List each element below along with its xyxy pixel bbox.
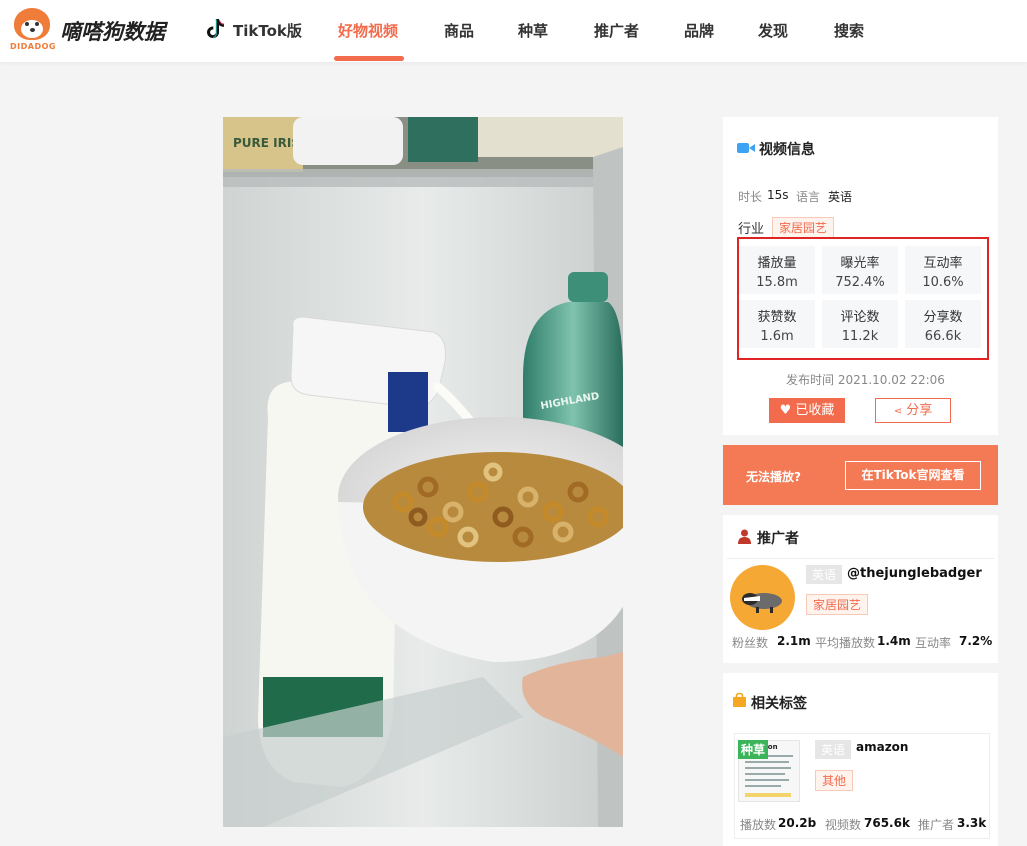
industry-label: 行业 xyxy=(738,222,765,237)
favorite-button[interactable]: ♥ 已收藏 xyxy=(769,398,845,423)
avg-play-label: 平均播放数 xyxy=(815,636,876,650)
stat-exposure: 曝光率 752.4% xyxy=(822,246,898,294)
industry-tag[interactable]: 家居园艺 xyxy=(772,217,835,238)
tag-language: 英语 xyxy=(815,740,852,759)
avg-play-value: 1.4m xyxy=(877,634,911,648)
nav-search[interactable]: 搜索 xyxy=(834,20,864,41)
promoter-industry-tag[interactable]: 家居园艺 xyxy=(806,594,869,615)
tag-videos-label: 视频数 xyxy=(825,818,862,832)
stat-label: 获赞数 xyxy=(757,310,797,325)
stat-label: 互动率 xyxy=(923,256,963,271)
stat-plays: 播放量 15.8m xyxy=(739,246,815,294)
video-camera-icon xyxy=(737,143,755,153)
nav-brands[interactable]: 品牌 xyxy=(684,20,714,41)
video-frame-illustration: PURE IRISH HIGHLAND xyxy=(223,117,623,827)
engagement-label: 互动率 xyxy=(915,636,952,650)
stat-label: 分享数 xyxy=(923,310,963,325)
stat-engagement: 互动率 10.6% xyxy=(905,246,981,294)
person-icon xyxy=(738,529,751,544)
logo-text: DIDADOG xyxy=(10,42,56,51)
fans-value: 2.1m xyxy=(777,634,811,648)
share-button-label: 分享 xyxy=(906,403,933,418)
share-icon: ⋖ xyxy=(893,406,903,417)
brand-name[interactable]: 嘀嗒狗数据 xyxy=(60,16,165,46)
share-button[interactable]: ⋖ 分享 xyxy=(875,398,951,423)
tag-name[interactable]: amazon xyxy=(856,740,908,754)
tag-promoters-value: 3.3k xyxy=(957,816,987,830)
video-player[interactable]: PURE IRISH HIGHLAND xyxy=(223,117,623,827)
promoter-handle[interactable]: @thejunglebadger xyxy=(847,566,982,581)
language-value: 英语 xyxy=(828,190,853,204)
stat-value: 1.6m xyxy=(760,329,794,344)
divider xyxy=(727,558,994,559)
tag-plays-label: 播放数 xyxy=(740,818,777,832)
promoter-title: 推广者 xyxy=(757,531,799,547)
nav-promoters[interactable]: 推广者 xyxy=(594,20,639,41)
stat-value: 752.4% xyxy=(835,275,885,290)
stat-value: 66.6k xyxy=(924,329,962,344)
stat-comments: 评论数 11.2k xyxy=(822,300,898,348)
stat-value: 10.6% xyxy=(922,275,964,290)
shopping-bag-icon xyxy=(733,693,746,707)
stat-likes: 获赞数 1.6m xyxy=(739,300,815,348)
duration-label: 时长 xyxy=(738,190,763,204)
tiktok-icon xyxy=(207,19,225,39)
stat-value: 15.8m xyxy=(756,275,798,290)
tag-category[interactable]: 其他 xyxy=(815,770,854,791)
publish-time: 发布时间 2021.10.02 22:06 xyxy=(786,373,945,387)
language-label: 语言 xyxy=(796,190,821,204)
stat-label: 评论数 xyxy=(840,310,880,325)
top-navigation-bar: DIDADOG 嘀嗒狗数据 TikTok版 好物视频 商品 种草 推广者 品牌 … xyxy=(0,0,1027,62)
nav-discover[interactable]: 发现 xyxy=(758,20,788,41)
seeding-badge: 种草 xyxy=(738,740,769,759)
badger-icon xyxy=(742,593,782,613)
cannot-play-text: 无法播放? xyxy=(746,470,801,484)
stat-shares: 分享数 66.6k xyxy=(905,300,981,348)
nav-seeding[interactable]: 种草 xyxy=(518,20,548,41)
stat-value: 11.2k xyxy=(841,329,879,344)
video-info-title: 视频信息 xyxy=(759,142,815,158)
tag-plays-value: 20.2b xyxy=(778,816,817,830)
engagement-value: 7.2% xyxy=(959,634,993,648)
view-on-tiktok-button[interactable]: 在TikTok官网查看 xyxy=(845,461,981,490)
stat-label: 曝光率 xyxy=(840,256,880,271)
promoter-avatar[interactable] xyxy=(730,565,795,630)
favorite-button-label: 已收藏 xyxy=(795,403,835,418)
nav-product-videos[interactable]: 好物视频 xyxy=(338,20,398,41)
active-nav-indicator xyxy=(334,56,404,61)
nav-products[interactable]: 商品 xyxy=(444,20,474,41)
shiba-dog-icon xyxy=(14,8,50,40)
tag-videos-value: 765.6k xyxy=(864,816,910,830)
promoter-language-tag: 英语 xyxy=(806,565,843,584)
nav-tiktok[interactable]: TikTok版 xyxy=(233,20,302,41)
stat-label: 播放量 xyxy=(757,256,797,271)
didadog-logo[interactable]: DIDADOG xyxy=(10,6,56,56)
tag-promoters-label: 推广者 xyxy=(918,818,955,832)
fans-label: 粉丝数 xyxy=(732,636,769,650)
related-tags-title: 相关标签 xyxy=(751,696,807,712)
duration-value: 15s xyxy=(767,188,789,202)
heart-icon: ♥ xyxy=(779,403,792,418)
